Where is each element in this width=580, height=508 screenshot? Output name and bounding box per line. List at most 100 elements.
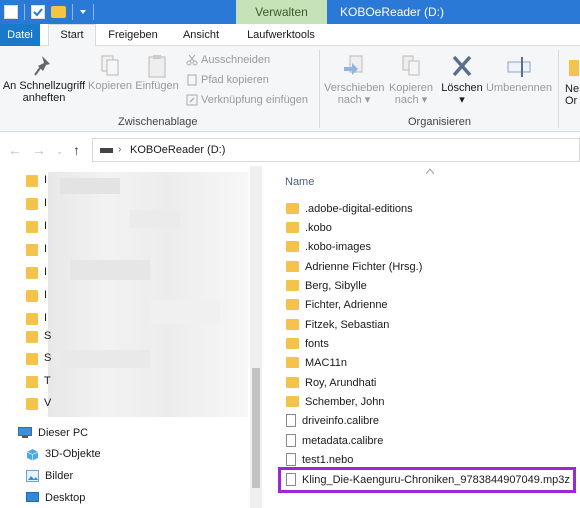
computer-icon — [18, 427, 32, 438]
list-item[interactable]: fonts — [286, 334, 329, 353]
this-pc-label: Dieser PC — [38, 427, 89, 439]
folder-icon — [286, 203, 299, 214]
desktop-label: Desktop — [45, 492, 86, 504]
column-header-name[interactable]: Name — [285, 176, 314, 188]
3d-objects-label: 3D-Objekte — [45, 448, 101, 460]
paste-button[interactable]: Einfügen — [134, 54, 180, 92]
folder-icon — [26, 221, 38, 233]
cut-button[interactable]: Ausschneiden — [186, 52, 270, 68]
folder-icon — [26, 290, 38, 302]
copy-label: Kopieren — [88, 80, 133, 92]
nav-folder-name[interactable]: I — [44, 174, 47, 186]
list-item[interactable]: MAC11n — [286, 353, 347, 372]
scissors-icon — [186, 54, 198, 66]
item-name: Adrienne Fichter (Hrsg.) — [305, 260, 423, 273]
back-arrow-icon[interactable]: ← — [8, 142, 22, 158]
copy-path-button[interactable]: Pfad kopieren — [186, 72, 269, 88]
nav-item-desktop[interactable]: Desktop — [26, 489, 85, 507]
chevron-down-icon: ▾ — [459, 94, 465, 106]
copy-to-label-line1: Kopieren — [388, 82, 434, 94]
item-name: .adobe-digital-editions — [305, 202, 413, 215]
paste-shortcut-button[interactable]: Verknüpfung einfügen — [186, 92, 308, 108]
drive-icon — [100, 148, 113, 153]
folder-icon — [26, 313, 38, 325]
tab-start[interactable]: Start — [48, 24, 96, 46]
recent-locations-chevron-icon[interactable]: ⌄ — [56, 146, 64, 157]
nav-folder-name[interactable]: S — [44, 352, 51, 364]
window-title: KOBOeReader (D:) — [340, 5, 445, 19]
blurred-folder-names — [48, 172, 248, 417]
breadcrumb-separator-icon[interactable]: › — [118, 144, 121, 155]
nav-folder-name[interactable]: I — [44, 220, 47, 232]
customize-qat-dropdown-icon[interactable] — [79, 6, 87, 18]
nav-folder-name[interactable]: I — [44, 197, 47, 209]
item-name: Berg, Sibylle — [305, 279, 367, 292]
nav-folder-name[interactable]: S — [44, 330, 51, 342]
item-name: .kobo — [305, 221, 332, 234]
cut-label: Ausschneiden — [201, 54, 271, 66]
list-item[interactable]: Adrienne Fichter (Hrsg.) — [286, 257, 422, 276]
nav-folder-name[interactable]: I — [44, 266, 47, 278]
copy-to-label-line2: nach — [394, 94, 419, 106]
forward-arrow-icon[interactable]: → — [32, 142, 46, 158]
rename-label: Umbenennen — [485, 82, 553, 94]
list-item[interactable]: metadata.calibre — [286, 431, 383, 450]
list-item[interactable]: driveinfo.calibre — [286, 411, 379, 430]
folder-icon — [26, 353, 38, 365]
rename-icon — [507, 57, 531, 77]
delete-button[interactable]: Löschen ▾ — [440, 54, 484, 106]
nav-folder-name[interactable]: T — [44, 375, 51, 387]
context-tab-manage[interactable]: Verwalten — [236, 0, 327, 24]
nav-item-pictures[interactable]: Bilder — [26, 467, 73, 485]
item-name: test1.nebo — [302, 453, 354, 466]
address-path: KOBOeReader (D:) — [130, 144, 226, 156]
file-icon — [286, 453, 296, 466]
tab-drive-tools[interactable]: Laufwerktools — [240, 24, 322, 46]
folder-icon — [286, 261, 299, 272]
nav-folder-name[interactable]: I — [44, 312, 47, 324]
nav-folder-name[interactable]: I — [44, 289, 47, 301]
quick-access-toolbar — [4, 3, 94, 21]
paste-icon — [148, 55, 166, 78]
list-item[interactable]: Fitzek, Sebastian — [286, 315, 389, 334]
qat-divider — [24, 4, 25, 20]
nav-folder-name[interactable]: I — [44, 243, 47, 255]
rename-button[interactable]: Umbenennen — [484, 54, 554, 94]
list-item[interactable]: Berg, Sibylle — [286, 276, 367, 295]
list-item[interactable]: Fichter, Adrienne — [286, 295, 388, 314]
app-icon[interactable] — [4, 5, 18, 19]
up-arrow-icon[interactable]: ↑ — [73, 142, 80, 158]
new-folder-button[interactable]: Ne Or — [565, 54, 580, 107]
cube-3d-icon — [26, 448, 39, 460]
chevron-down-icon: ▾ — [364, 94, 371, 106]
nav-item-this-pc[interactable]: Dieser PC — [18, 424, 88, 442]
pin-to-quick-access-button[interactable]: An Schnellzugriff anheften — [2, 54, 86, 104]
list-item[interactable]: .adobe-digital-editions — [286, 199, 413, 218]
move-to-icon — [344, 55, 363, 75]
nav-folder-name[interactable]: V — [44, 397, 51, 409]
folder-icon — [26, 244, 38, 256]
list-item[interactable]: .kobo-images — [286, 237, 371, 256]
nav-item-3d-objects[interactable]: 3D-Objekte — [26, 445, 101, 463]
ribbon: An Schnellzugriff anheften Kopieren Einf… — [0, 46, 580, 132]
list-item[interactable]: .kobo — [286, 218, 332, 237]
folder-icon — [26, 175, 38, 187]
copy-to-button[interactable]: Kopieren nach ▾ — [386, 54, 436, 106]
tab-share[interactable]: Freigeben — [102, 24, 164, 46]
move-to-button[interactable]: Verschieben nach ▾ — [324, 54, 385, 106]
tab-file[interactable]: Datei — [0, 24, 40, 46]
list-item[interactable]: Schember, John — [286, 392, 385, 411]
folder-icon — [286, 280, 299, 291]
new-folder-icon[interactable] — [51, 6, 66, 18]
scrollbar-thumb[interactable] — [252, 368, 260, 488]
list-item[interactable]: Roy, Arundhati — [286, 373, 376, 392]
pictures-icon — [26, 470, 39, 482]
copy-button[interactable]: Kopieren — [88, 54, 132, 92]
tab-view[interactable]: Ansicht — [172, 24, 230, 46]
folder-icon — [286, 319, 299, 330]
properties-check-icon[interactable] — [31, 5, 45, 19]
blur-patch — [150, 300, 220, 324]
blur-patch — [60, 178, 120, 194]
move-to-label-line1: Verschieben — [324, 82, 385, 94]
folder-icon — [26, 331, 38, 343]
